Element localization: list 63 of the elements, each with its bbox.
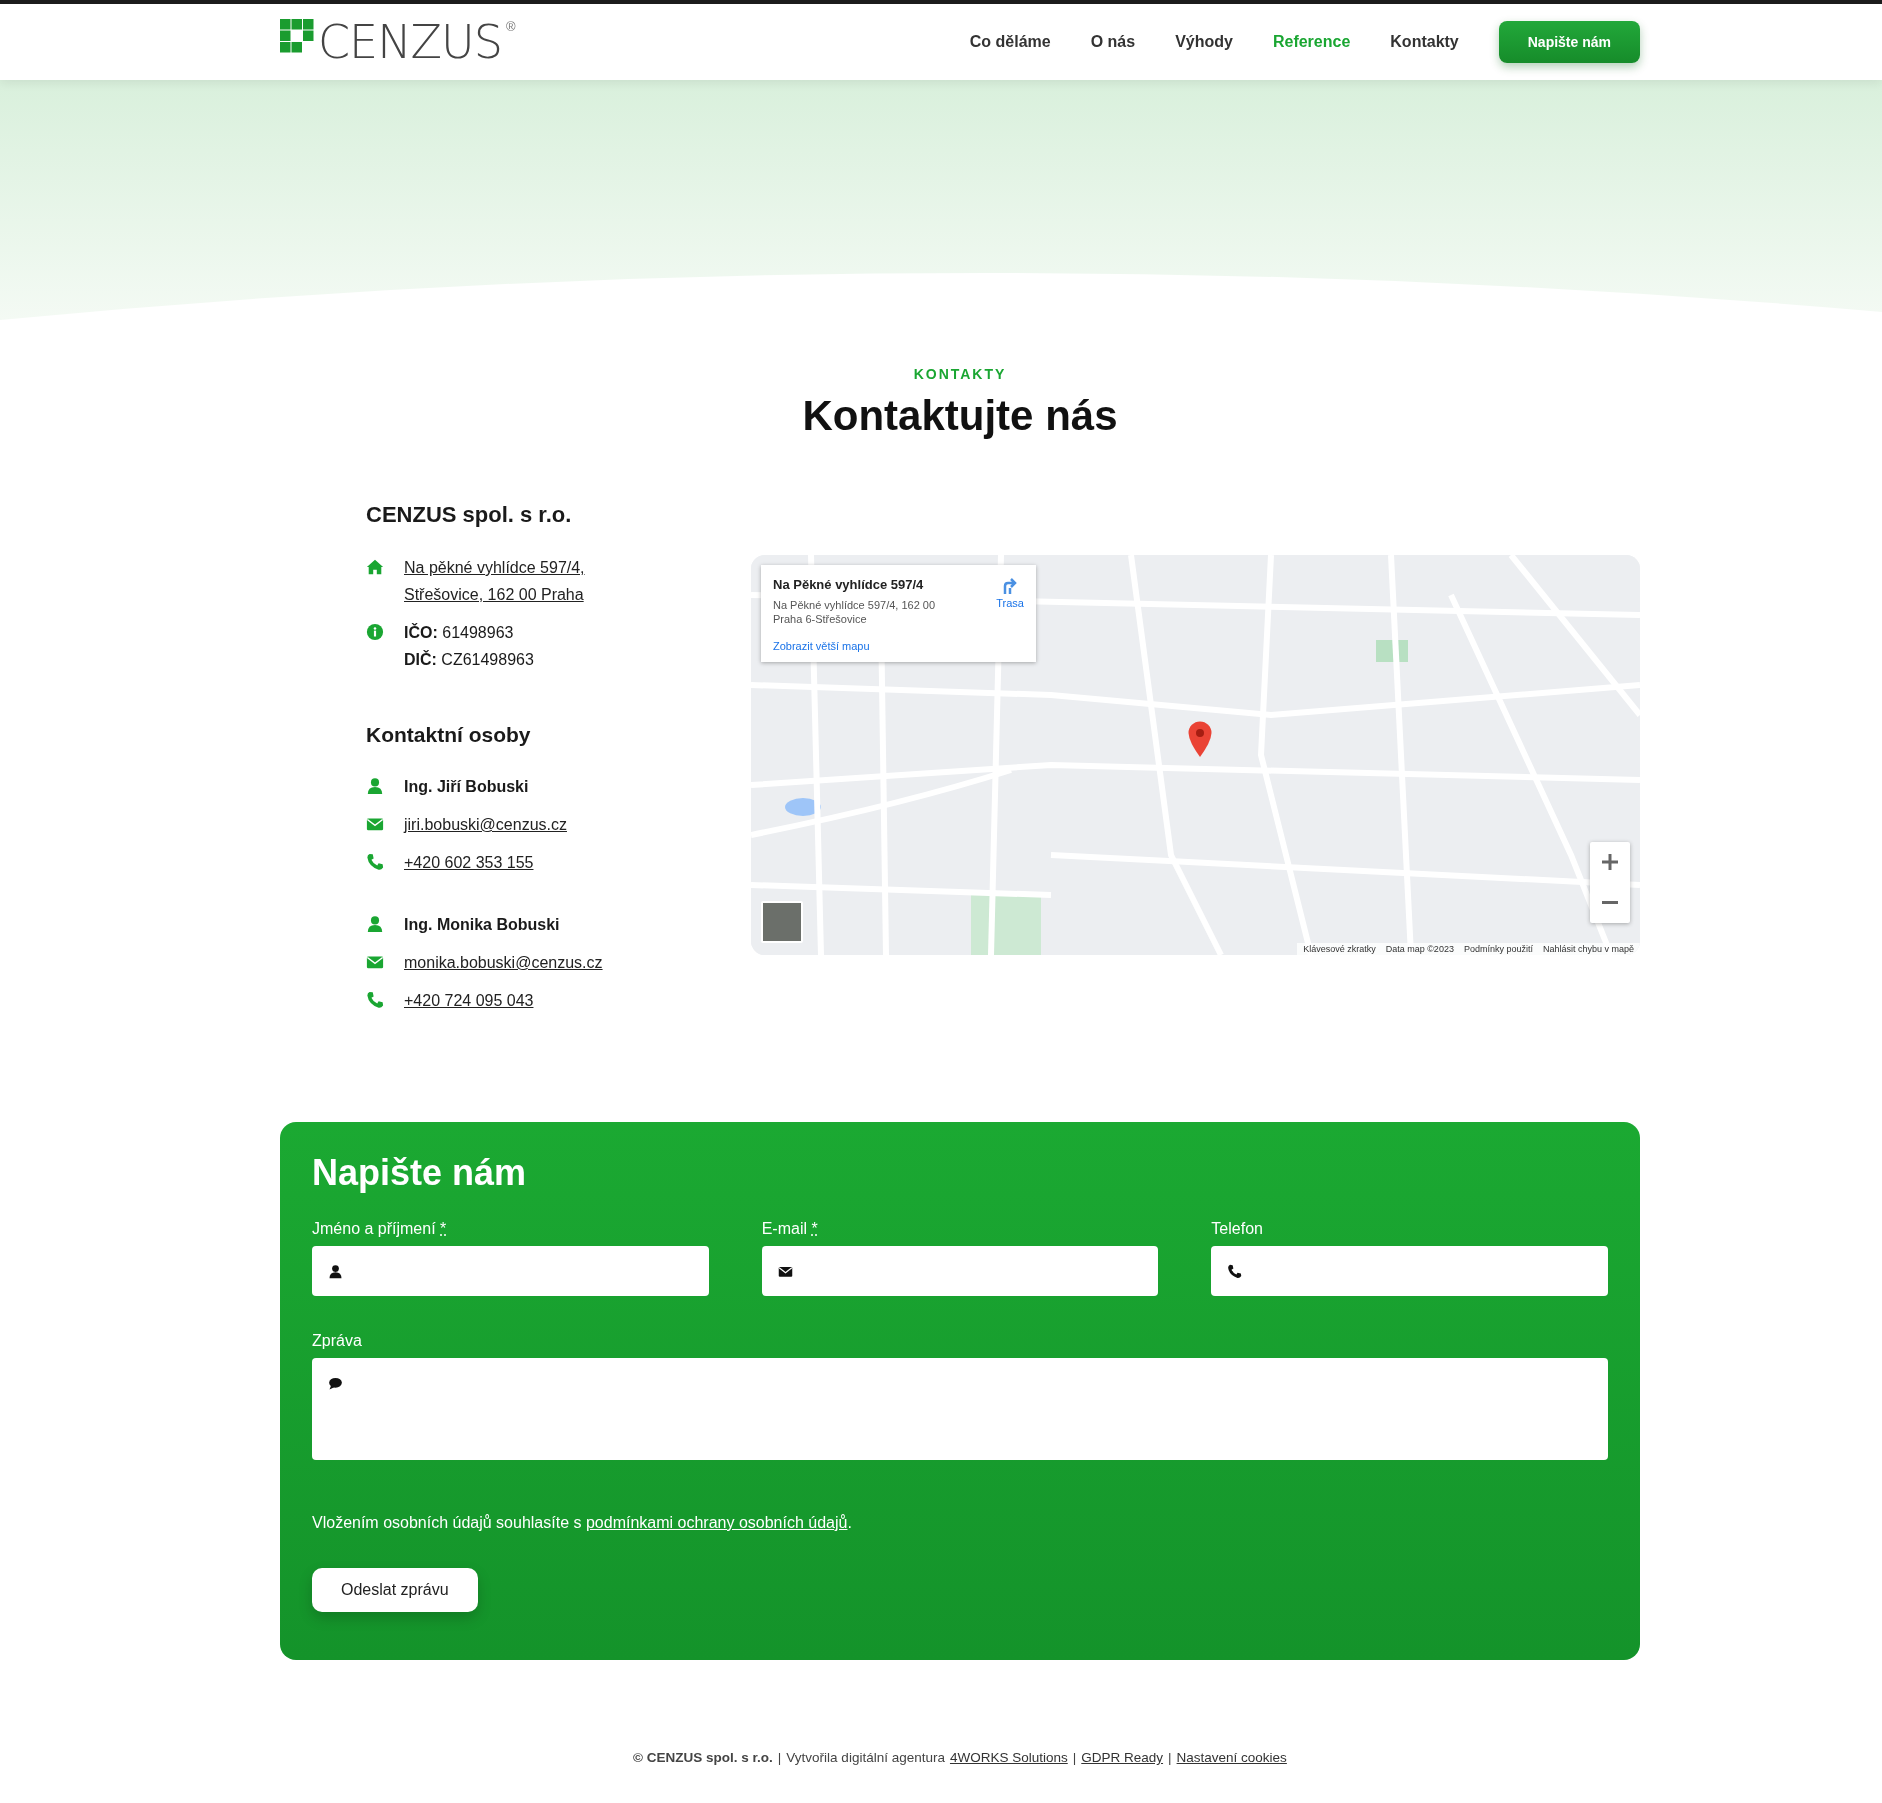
location-pin-icon bbox=[1187, 720, 1213, 758]
person-icon bbox=[366, 915, 384, 933]
footer-link[interactable]: Nastavení cookies bbox=[1176, 1750, 1287, 1765]
consent-text: Vložením osobních údajů souhlasíte s podmínkami ochrany osobních údajů. bbox=[312, 1514, 853, 1532]
submit-button[interactable]: Odeslat zprávu bbox=[312, 1568, 478, 1612]
nav-link[interactable]: Co děláme bbox=[969, 33, 1051, 51]
place-title: Na Pěkné vyhlídce 597/4 bbox=[773, 577, 925, 592]
email-link[interactable]: jiri.bobuski@cenzus.cz bbox=[404, 811, 567, 838]
field-label: Jméno a příjmení * bbox=[312, 1220, 448, 1238]
phone-icon bbox=[366, 853, 384, 871]
phone-icon bbox=[366, 991, 384, 1009]
nav-link[interactable]: Výhody bbox=[1175, 33, 1233, 51]
field-label: E-mail * bbox=[761, 1220, 819, 1238]
minus-icon bbox=[1601, 901, 1619, 905]
home-icon bbox=[366, 558, 384, 576]
map-attribution[interactable]: Klávesové zkratky bbox=[1303, 944, 1376, 954]
person-icon bbox=[366, 777, 384, 795]
footer-separator: | bbox=[1168, 1750, 1172, 1765]
section-title: Kontaktujte nás bbox=[801, 392, 1119, 440]
phone-link[interactable]: +420 724 095 043 bbox=[404, 987, 534, 1014]
field-label: Zpráva bbox=[312, 1332, 363, 1350]
footer-link[interactable]: GDPR Ready bbox=[1081, 1750, 1164, 1765]
input-field[interactable] bbox=[312, 1246, 709, 1296]
map-attribution[interactable]: Podmínky použití bbox=[1463, 944, 1533, 954]
phone-icon bbox=[1227, 1263, 1243, 1279]
person-icon bbox=[328, 1263, 343, 1279]
form-title: Napište nám bbox=[312, 1152, 528, 1194]
input-field[interactable] bbox=[1211, 1246, 1608, 1296]
footer-link[interactable]: 4WORKS Solutions bbox=[949, 1750, 1068, 1765]
plus-icon bbox=[1601, 853, 1619, 872]
map-attribution[interactable]: Nahlásit chybu v mapě bbox=[1542, 944, 1634, 954]
registered-mark: ® bbox=[506, 19, 516, 34]
copyright-text: © CENZUS spol. s r.o. bbox=[633, 1750, 773, 1765]
field-label: Telefon bbox=[1211, 1220, 1264, 1238]
section-eyebrow: KONTAKTY bbox=[912, 366, 1008, 382]
map-attribution[interactable]: Data map ©2023 bbox=[1385, 944, 1454, 954]
nav-link[interactable]: Kontakty bbox=[1390, 33, 1459, 51]
address-link[interactable]: Na pěkné vyhlídce 597/4, Střešovice, 162 00 Praha bbox=[404, 554, 585, 608]
message-field[interactable] bbox=[312, 1358, 1608, 1460]
grid-logo-icon bbox=[280, 19, 314, 53]
footer-separator: | bbox=[1072, 1750, 1077, 1765]
credit-text: Vytvořila digitální agentura bbox=[786, 1750, 945, 1765]
map-panel[interactable]: Na Pěkné vyhlídce 597/4 Na Pěkné vyhlídce 597/4, 162 00 Praha 6-Střešovice Zobrazit větší mapu Trasa Klávesové zkratky Data map ©2023 Podmínky použití Nahlásit chybu v mapě bbox=[751, 555, 1640, 955]
nav-link[interactable]: O nás bbox=[1090, 33, 1136, 51]
contacts-title: Kontaktní osoby bbox=[366, 723, 532, 747]
company-id: IČO: 61498963 bbox=[404, 622, 515, 643]
company-id: DIČ: CZ61498963 bbox=[404, 649, 534, 670]
cta-button[interactable]: Napište nám bbox=[1498, 21, 1640, 63]
phone-link[interactable]: +420 602 353 155 bbox=[404, 849, 534, 876]
input-field[interactable] bbox=[761, 1246, 1159, 1296]
satellite-thumbnail[interactable] bbox=[761, 901, 803, 943]
email-link[interactable]: monika.bobuski@cenzus.cz bbox=[404, 949, 603, 976]
place-address: Na Pěkné vyhlídce 597/4, 162 00 Praha 6-Střešovice bbox=[773, 598, 937, 626]
privacy-link[interactable]: podmínkami ochrany osobních údajů bbox=[585, 1514, 848, 1531]
footer-separator: | bbox=[777, 1750, 782, 1765]
person-name: Ing. Monika Bobuski bbox=[404, 915, 560, 935]
info-icon bbox=[366, 623, 384, 641]
chat-icon bbox=[328, 1376, 343, 1391]
company-name: CENZUS spol. s r.o. bbox=[366, 502, 573, 528]
logo-text: CENZUS bbox=[318, 19, 502, 65]
larger-map-link[interactable]: Zobrazit větší mapu bbox=[773, 640, 997, 652]
directions-button[interactable]: Trasa bbox=[996, 577, 1024, 615]
person-name: Ing. Jiří Bobuski bbox=[404, 777, 529, 797]
